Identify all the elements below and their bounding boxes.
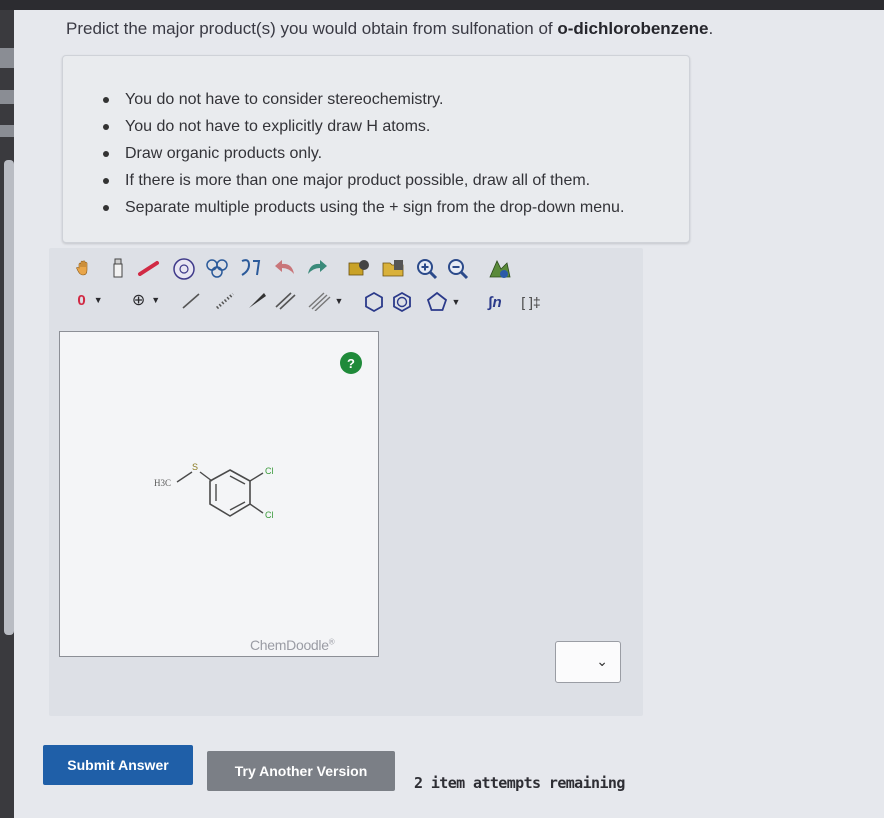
instruction-item: You do not have to explicitly draw H ato… [102, 113, 624, 140]
hashed-bond-icon[interactable] [212, 290, 238, 312]
chevron-down-icon: ⌄ [596, 653, 608, 669]
benzene-icon[interactable] [390, 290, 414, 314]
product-separator-dropdown[interactable]: ⌄ [555, 641, 621, 683]
wedge-bond-icon[interactable] [244, 290, 270, 312]
cyclohexane-icon[interactable] [362, 290, 386, 314]
charge-selector[interactable]: 0 ▼ [72, 290, 108, 310]
clean-icon[interactable] [345, 257, 373, 279]
instruction-item: You do not have to consider stereochemis… [102, 86, 624, 113]
help-icon[interactable]: ? [340, 352, 362, 374]
drawing-canvas[interactable]: H3C S Cl Cl [59, 331, 379, 657]
chevron-down-icon: ▼ [93, 295, 103, 305]
template-icon[interactable]: ∫n [480, 290, 510, 314]
plus-charge-selector[interactable]: ⊕ ▼ [128, 290, 164, 310]
chevron-down-icon: ▼ [451, 297, 461, 307]
triple-bond-selector[interactable]: ▼ [302, 290, 348, 312]
flip-icon[interactable] [236, 256, 264, 280]
marker-icon[interactable] [136, 258, 162, 278]
eraser-icon[interactable] [109, 257, 127, 279]
folder-icon[interactable] [380, 257, 408, 279]
instructions-box: You do not have to consider stereochemis… [62, 55, 690, 243]
zoom-out-icon[interactable] [445, 257, 471, 281]
instruction-item: Draw organic products only. [102, 140, 624, 167]
sulfur-label: S [192, 462, 199, 472]
submit-answer-button[interactable]: Submit Answer [43, 745, 193, 785]
chevron-down-icon: ▼ [151, 295, 161, 305]
instructions-list: You do not have to consider stereochemis… [102, 86, 624, 221]
chemdoodle-watermark: ChemDoodle® [250, 637, 335, 653]
instruction-item: If there is more than one major product … [102, 167, 624, 194]
redo-icon[interactable] [303, 257, 331, 279]
undo-icon[interactable] [271, 257, 299, 279]
ring-lasso-icon[interactable] [170, 256, 198, 282]
attempts-remaining-text: 2 item attempts remaining [414, 774, 625, 792]
zoom-in-icon[interactable] [414, 257, 440, 281]
question-text: Predict the major product(s) you would o… [66, 19, 714, 38]
compound-name: o-dichlorobenzene [557, 19, 709, 38]
methyl-label: H3C [154, 478, 172, 488]
plus-circle-icon: ⊕ [131, 292, 146, 309]
chlorine-label: Cl [265, 510, 274, 520]
copy-icon[interactable] [203, 256, 233, 280]
chevron-down-icon: ▼ [334, 296, 344, 306]
hand-icon[interactable] [74, 258, 94, 278]
chlorine-label: Cl [265, 466, 274, 476]
charge-value: 0 [77, 291, 86, 309]
instruction-item: Separate multiple products using the + s… [102, 194, 624, 221]
cyclopentane-selector[interactable]: ▼ [420, 290, 466, 314]
window-top-bar [0, 0, 884, 10]
molecule-structure[interactable] [60, 332, 378, 656]
bracket-icon[interactable]: [ ]‡ [514, 290, 548, 314]
double-bond-icon[interactable] [272, 290, 298, 312]
scrollbar[interactable] [4, 160, 14, 635]
single-bond-icon[interactable] [178, 290, 204, 312]
try-another-version-button[interactable]: Try Another Version [207, 751, 395, 791]
atom-palette-icon[interactable] [486, 256, 514, 282]
